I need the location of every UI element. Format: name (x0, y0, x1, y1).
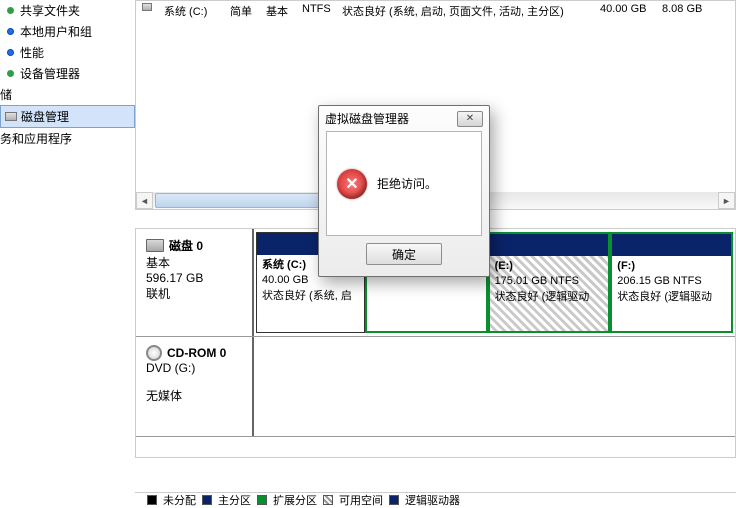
legend-label: 可用空间 (339, 492, 383, 508)
close-button[interactable]: ✕ (457, 111, 483, 127)
cell-capacity: 40.00 GB (600, 3, 654, 19)
volume-f[interactable]: (F:) 206.15 GB NTFS 状态良好 (逻辑驱动 (610, 232, 733, 333)
cdrom-volume-area (254, 337, 735, 436)
performance-icon (4, 47, 16, 59)
close-icon: ✕ (466, 113, 474, 124)
cdrom-sub: DVD (G:) (146, 361, 242, 375)
tree-label: 务和应用程序 (0, 130, 72, 147)
error-icon: ✕ (337, 169, 367, 199)
volume-name: (E:) (495, 259, 604, 274)
volume-status: 状态良好 (系统, 启 (262, 289, 359, 304)
tree-item-local-users[interactable]: 本地用户和组 (0, 21, 135, 42)
disk-title: 磁盘 0 (169, 237, 203, 254)
volume-title-bar (612, 234, 731, 256)
cdrom-status: 无媒体 (146, 387, 242, 404)
legend: 未分配 主分区 扩展分区 可用空间 逻辑驱动器 (135, 492, 736, 507)
table-row[interactable]: 系统 (C:) 简单 基本 NTFS 状态良好 (系统, 启动, 页面文件, 活… (136, 1, 735, 21)
cdrom-title: CD-ROM 0 (167, 346, 226, 360)
tree-label: 设备管理器 (20, 65, 80, 82)
cell-volume: 系统 (C:) (164, 3, 222, 19)
disk-size: 596.17 GB (146, 271, 242, 285)
legend-label: 扩展分区 (273, 492, 317, 508)
tree-item-services[interactable]: 务和应用程序 (0, 128, 135, 149)
dialog-title: 虚拟磁盘管理器 (325, 110, 409, 127)
ok-button[interactable]: 确定 (366, 243, 442, 265)
volume-e[interactable]: (E:) 175.01 GB NTFS 状态良好 (逻辑驱动 (488, 232, 611, 333)
volume-status: 状态良好 (逻辑驱动 (617, 290, 726, 305)
scroll-left-button[interactable]: ◄ (136, 192, 153, 209)
disk-icon (5, 112, 17, 121)
nav-tree: 共享文件夹 本地用户和组 性能 设备管理器 储 磁盘管理 务和应用程序 (0, 0, 135, 504)
users-icon (4, 26, 16, 38)
scroll-right-button[interactable]: ► (718, 192, 735, 209)
tree-item-performance[interactable]: 性能 (0, 42, 135, 63)
dialog-message: 拒绝访问。 (377, 175, 437, 192)
cell-free: 8.08 GB (662, 3, 712, 19)
cdrom-icon (146, 345, 162, 361)
cell-status: 状态良好 (系统, 启动, 页面文件, 活动, 主分区) (342, 3, 592, 19)
folder-icon (4, 5, 16, 17)
tree-label: 本地用户和组 (20, 23, 92, 40)
device-icon (4, 68, 16, 80)
tree-item-shared-folders[interactable]: 共享文件夹 (0, 0, 135, 21)
legend-label: 逻辑驱动器 (405, 492, 460, 508)
disk-status: 联机 (146, 285, 242, 302)
volume-size: 175.01 GB NTFS (495, 274, 604, 289)
dialog-body: ✕ 拒绝访问。 (326, 131, 482, 236)
volume-icon (142, 3, 152, 11)
volume-name: (F:) (617, 259, 726, 274)
disk-type: 基本 (146, 254, 242, 271)
volume-status: 状态良好 (逻辑驱动 (495, 290, 604, 305)
tree-label: 性能 (20, 44, 44, 61)
disk-header[interactable]: 磁盘 0 基本 596.17 GB 联机 (136, 229, 254, 336)
tree-label: 储 (0, 86, 12, 103)
volume-size: 206.15 GB NTFS (617, 274, 726, 289)
error-dialog: 虚拟磁盘管理器 ✕ ✕ 拒绝访问。 确定 (318, 105, 490, 277)
tree-item-storage[interactable]: 储 (0, 84, 135, 105)
cell-layout: 简单 (230, 3, 258, 19)
cdrom-header[interactable]: CD-ROM 0 DVD (G:) 无媒体 (136, 337, 254, 436)
disk-icon (146, 239, 164, 252)
cell-type: 基本 (266, 3, 294, 19)
legend-label: 主分区 (218, 492, 251, 508)
cdrom-row: CD-ROM 0 DVD (G:) 无媒体 (136, 337, 735, 437)
tree-label: 共享文件夹 (20, 2, 80, 19)
cell-fs: NTFS (302, 3, 334, 19)
legend-label: 未分配 (163, 492, 196, 508)
tree-item-disk-management[interactable]: 磁盘管理 (0, 105, 135, 128)
tree-item-device-manager[interactable]: 设备管理器 (0, 63, 135, 84)
volume-title-bar (490, 234, 609, 256)
tree-label: 磁盘管理 (21, 108, 69, 125)
